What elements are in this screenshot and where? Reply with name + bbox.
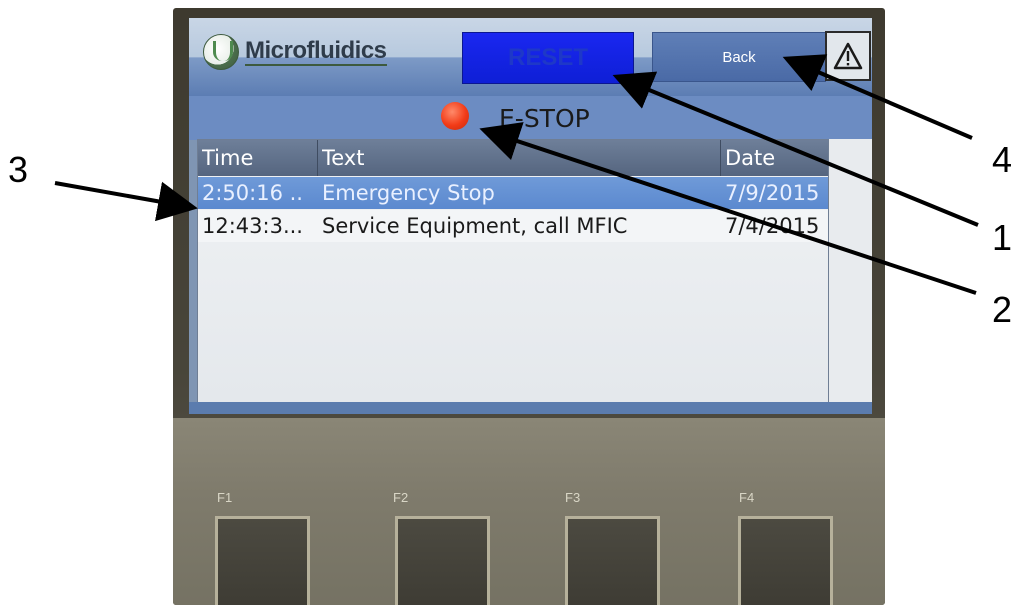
alarm-table[interactable]: Time Text Date 2:50:16 .. Emergency Stop… [197,139,829,403]
arrow-3 [54,181,198,222]
warning-triangle-icon [833,42,863,70]
red-indicator-icon [441,102,469,130]
f2-key[interactable] [395,516,490,605]
f2-label: F2 [393,490,409,505]
microfluidics-logo-icon [203,34,239,70]
alarm-warning-button[interactable] [825,31,871,81]
estop-status-label: E-STOP [499,104,590,133]
table-scroll-gutter[interactable] [829,139,872,403]
table-row-selected[interactable]: 2:50:16 .. Emergency Stop 7/9/2015 [198,177,828,209]
brand-logo: Microfluidics [203,32,423,72]
row-date: 7/9/2015 [725,181,820,205]
f4-label: F4 [739,490,755,505]
f3-label: F3 [565,490,581,505]
column-header-date[interactable]: Date [725,144,828,172]
f3-key[interactable] [565,516,660,605]
column-header-text[interactable]: Text [322,144,722,172]
back-button-label: Back [722,48,756,66]
row-text: Emergency Stop [322,181,495,205]
column-divider [317,140,318,176]
brand-name: Microfluidics [245,37,387,66]
column-divider [720,140,721,176]
row-time: 2:50:16 .. [202,181,303,205]
reset-button-label: RESET [507,44,588,71]
callout-4: 4 [992,139,1013,180]
table-row[interactable]: 12:43:3... Service Equipment, call MFIC … [198,210,828,242]
f1-key[interactable] [215,516,310,605]
reset-button[interactable]: RESET [462,32,634,84]
callout-3: 3 [8,149,29,190]
annotated-photo: Microfluidics RESET Back E-STOP Time Tex… [0,0,1026,605]
callout-1: 1 [992,217,1013,258]
column-header-time[interactable]: Time [202,144,314,172]
row-time: 12:43:3... [202,214,303,238]
screen-footer-bar [189,402,872,414]
back-button[interactable]: Back [652,32,826,82]
callout-2: 2 [992,289,1013,330]
table-header: Time Text Date [198,140,828,176]
f4-key[interactable] [738,516,833,605]
row-text: Service Equipment, call MFIC [322,214,628,238]
f1-label: F1 [217,490,233,505]
hmi-screen: Microfluidics RESET Back E-STOP Time Tex… [189,18,872,414]
row-date: 7/4/2015 [725,214,820,238]
hmi-device: Microfluidics RESET Back E-STOP Time Tex… [173,8,885,605]
